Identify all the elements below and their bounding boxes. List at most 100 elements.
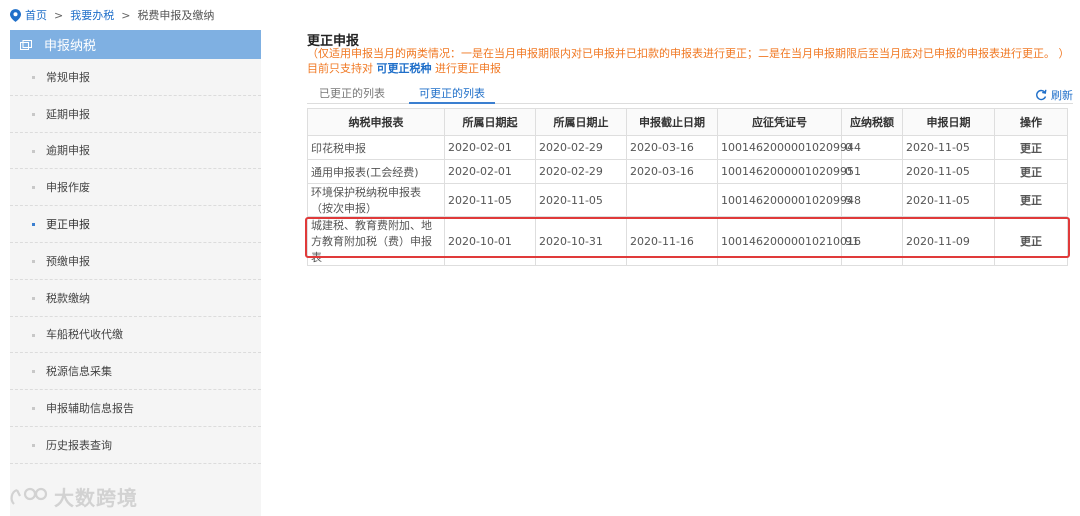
sidebar-header[interactable]: 申报纳税 — [10, 30, 261, 59]
notice-text: （仅适用申报当月的两类情况：一是在当月申报期限内对已申报并已扣款的申报表进行更正… — [307, 46, 1073, 76]
correct-link[interactable]: 更正 — [994, 216, 1068, 266]
sidebar-item[interactable]: 车船税代收代缴 — [10, 317, 261, 354]
sidebar-item-label: 历史报表查询 — [46, 438, 112, 452]
table-cell: 0 — [841, 159, 903, 184]
table-cell: 0 — [841, 135, 903, 160]
table-header-row: 纳税申报表 所属日期起 所属日期止 申报截止日期 应征凭证号 应纳税额 申报日期… — [307, 108, 1068, 136]
sidebar-item[interactable]: 税源信息采集 — [10, 353, 261, 391]
table-cell — [626, 183, 718, 217]
table-cell: 10014620000010209944 — [717, 135, 861, 160]
table-cell: 2020-11-05 — [535, 183, 627, 217]
page-title: 更正申报 — [307, 34, 360, 49]
sidebar-item[interactable]: 更正申报 — [10, 206, 261, 243]
sidebar-item[interactable]: 延期申报 — [10, 96, 261, 133]
table-cell: 2020-03-16 — [626, 135, 718, 160]
table-row: 印花税申报 2020-02-01 2020-02-29 2020-03-16 10014… — [307, 135, 1068, 160]
sidebar-item-label: 申报作废 — [46, 181, 90, 195]
bullet-icon — [32, 333, 35, 337]
table-cell: 2020-11-05 — [902, 183, 995, 217]
refresh-label: 刷新 — [1051, 89, 1073, 102]
location-pin-icon — [10, 8, 21, 22]
table-cell: 环境保护税纳税申报表（按次申报） — [307, 183, 445, 217]
breadcrumb-tax[interactable]: 我要办税 — [70, 7, 114, 23]
table-cell: 2020-02-29 — [535, 159, 627, 184]
table-cell: 2020-11-16 — [626, 216, 718, 266]
col-header: 操作 — [994, 108, 1068, 136]
sidebar-item[interactable]: 申报作废 — [10, 169, 261, 207]
sidebar-item[interactable]: 逾期申报 — [10, 133, 261, 170]
bullet-icon — [32, 296, 35, 300]
table-cell: 10014620000010209951 — [717, 159, 861, 184]
sidebar-item-label: 车船税代收代缴 — [46, 328, 123, 342]
watermark-text: 大数跨境 — [54, 486, 138, 510]
correct-link[interactable]: 更正 — [994, 159, 1068, 184]
table-cell: 10014620000010210016 — [717, 216, 861, 266]
breadcrumb-separator: > — [54, 8, 64, 22]
main-content: 更正申报 （仅适用申报当月的两类情况：一是在当月申报期限内对已申报并已扣款的申报… — [307, 30, 1073, 266]
sidebar-item-label: 更正申报 — [46, 218, 90, 232]
bullet-icon — [32, 370, 35, 374]
notice-line-1: （仅适用申报当月的两类情况：一是在当月申报期限内对已申报并已扣款的申报表进行更正… — [307, 47, 1070, 60]
sidebar: 申报纳税 常规申报延期申报逾期申报申报作废更正申报预缴申报税款缴纳车船税代收代缴… — [10, 30, 261, 516]
watermark: 大数跨境 — [8, 482, 138, 511]
sidebar-item-label: 常规申报 — [46, 70, 90, 84]
table-cell: 2020-11-05 — [444, 183, 536, 217]
sidebar-item[interactable]: 常规申报 — [10, 59, 261, 96]
table-cell: 2020-02-29 — [535, 135, 627, 160]
col-header: 应纳税额 — [841, 108, 903, 136]
table-cell: 2020-03-16 — [626, 159, 718, 184]
bullet-icon — [32, 259, 35, 263]
table-row: 通用申报表(工会经费) 2020-02-01 2020-02-29 2020-03-1… — [307, 159, 1068, 184]
table-cell: 2020-02-01 — [444, 135, 536, 160]
breadcrumb: 首页 > 我要办税 > 税费申报及缴纳 — [10, 7, 214, 23]
sidebar-item[interactable]: 税款缴纳 — [10, 280, 261, 317]
bullet-icon — [32, 223, 35, 227]
sidebar-item-label: 申报辅助信息报告 — [46, 402, 134, 416]
sidebar-item-label: 税源信息采集 — [46, 365, 112, 379]
col-header: 纳税申报表 — [307, 108, 445, 136]
table-row: 城建税、教育费附加、地方教育附加税（费）申报表 2020-10-01 2020-10… — [307, 216, 1068, 266]
bullet-icon — [32, 112, 35, 116]
sidebar-item[interactable]: 申报辅助信息报告 — [10, 390, 261, 427]
table-cell: 通用申报表(工会经费) — [307, 159, 445, 184]
col-header: 应征凭证号 — [717, 108, 842, 136]
table-cell: 城建税、教育费附加、地方教育附加税（费）申报表 — [307, 216, 445, 266]
correct-link[interactable]: 更正 — [994, 135, 1068, 160]
bullet-icon — [32, 407, 35, 411]
table-cell: 2020-11-05 — [902, 135, 995, 160]
tab-bar: 已更正的列表 可更正的列表 刷新 — [307, 87, 1073, 104]
sidebar-item-label: 延期申报 — [46, 107, 90, 121]
sidebar-header-label: 申报纳税 — [44, 39, 97, 54]
table-cell: 5 — [841, 183, 903, 217]
col-header: 所属日期止 — [535, 108, 627, 136]
window-icon — [20, 39, 32, 50]
tab-correctable-list[interactable]: 可更正的列表 — [409, 87, 495, 104]
table-cell: 2020-11-05 — [902, 159, 995, 184]
table-cell: 10014620000010209948 — [717, 183, 861, 217]
correctable-tax-link[interactable]: 可更正税种 — [377, 62, 432, 75]
watermark-logo-icon — [10, 487, 48, 505]
sidebar-item-label: 税款缴纳 — [46, 291, 90, 305]
table-cell: 2020-10-01 — [444, 216, 536, 266]
col-header: 申报日期 — [902, 108, 995, 136]
bullet-icon — [32, 149, 35, 153]
table-row: 环境保护税纳税申报表（按次申报） 2020-11-05 2020-11-05 1001… — [307, 183, 1068, 217]
notice-line-2: 目前只支持对 可更正税种 进行更正申报 — [307, 61, 1073, 76]
notice-line-2-prefix: 目前只支持对 — [307, 62, 373, 75]
breadcrumb-home[interactable]: 首页 — [25, 7, 47, 23]
notice-line-2-suffix: 进行更正申报 — [435, 62, 501, 75]
sidebar-item-label: 逾期申报 — [46, 144, 90, 158]
sidebar-item[interactable]: 预缴申报 — [10, 243, 261, 280]
refresh-button[interactable]: 刷新 — [1035, 87, 1073, 103]
breadcrumb-separator: > — [121, 8, 131, 22]
correctable-table: 纳税申报表 所属日期起 所属日期止 申报截止日期 应征凭证号 应纳税额 申报日期… — [307, 108, 1068, 266]
bullet-icon — [32, 443, 35, 447]
table-cell: 2020-02-01 — [444, 159, 536, 184]
table-cell: 2020-11-09 — [902, 216, 995, 266]
correct-link[interactable]: 更正 — [994, 183, 1068, 217]
sidebar-item-label: 预缴申报 — [46, 254, 90, 268]
sidebar-item[interactable]: 历史报表查询 — [10, 427, 261, 464]
tab-corrected-list[interactable]: 已更正的列表 — [319, 87, 385, 102]
table-cell: 印花税申报 — [307, 135, 445, 160]
breadcrumb-current: 税费申报及缴纳 — [137, 9, 215, 22]
